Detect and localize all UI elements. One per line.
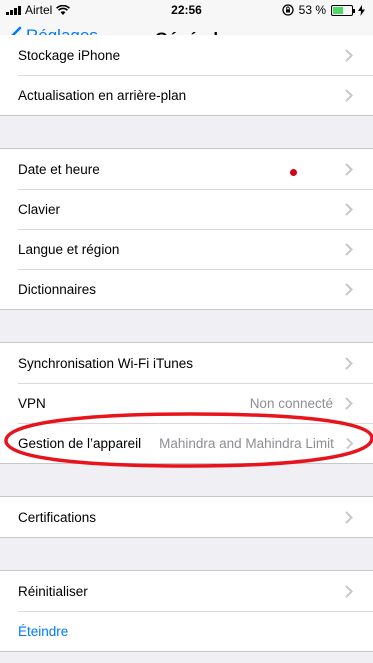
settings-group-network: Synchronisation Wi-Fi iTunes VPN Non con… xyxy=(0,342,373,464)
chevron-right-icon xyxy=(345,48,353,62)
row-stockage-iphone[interactable]: Stockage iPhone xyxy=(0,35,373,75)
chevron-right-icon xyxy=(345,356,353,370)
row-label: Clavier xyxy=(18,201,61,217)
row-label: Langue et région xyxy=(18,241,120,257)
row-label: Certifications xyxy=(18,509,97,525)
chevron-right-icon xyxy=(345,88,353,102)
row-label: Dictionnaires xyxy=(18,281,97,297)
row-reinitialiser[interactable]: Réinitialiser xyxy=(0,571,373,611)
status-right: 53 % xyxy=(281,3,365,17)
chevron-right-icon xyxy=(345,584,353,598)
chevron-right-icon xyxy=(345,396,353,410)
row-certifications[interactable]: Certifications xyxy=(0,497,373,537)
rotation-lock-icon xyxy=(281,4,294,16)
status-bar: Airtel 22:56 53 % xyxy=(0,0,373,20)
row-dictionnaires[interactable]: Dictionnaires xyxy=(0,269,373,309)
battery-percent: 53 % xyxy=(298,3,326,17)
settings-group-date: Date et heure Clavier Langue et région D… xyxy=(0,148,373,310)
row-langue-et-region[interactable]: Langue et région xyxy=(0,229,373,269)
chevron-right-icon xyxy=(345,162,353,176)
row-gestion-appareil[interactable]: Gestion de l’appareil Mahindra and Mahin… xyxy=(0,423,373,463)
row-label: Actualisation en arrière-plan xyxy=(18,87,187,103)
charging-icon xyxy=(358,4,365,16)
chevron-right-icon xyxy=(345,437,353,449)
row-label: Stockage iPhone xyxy=(18,47,121,63)
battery-level xyxy=(333,6,343,14)
chevron-right-icon xyxy=(345,202,353,216)
chevron-right-icon xyxy=(345,282,353,296)
row-vpn[interactable]: VPN Non connecté xyxy=(0,383,373,423)
red-marker xyxy=(290,169,297,176)
settings-group-storage: Stockage iPhone Actualisation en arrière… xyxy=(0,35,373,116)
row-label: Réinitialiser xyxy=(18,583,88,599)
row-label: Synchronisation Wi-Fi iTunes xyxy=(18,355,194,371)
settings-group-certifications: Certifications xyxy=(0,496,373,538)
row-label: VPN xyxy=(18,395,46,411)
row-clavier[interactable]: Clavier xyxy=(0,189,373,229)
row-synchronisation-wifi-itunes[interactable]: Synchronisation Wi-Fi iTunes xyxy=(0,343,373,383)
row-actualisation[interactable]: Actualisation en arrière-plan xyxy=(0,75,373,115)
vpn-status-value: Non connecté xyxy=(249,395,333,411)
row-date-et-heure[interactable]: Date et heure xyxy=(0,149,373,189)
settings-group-reset: Réinitialiser Éteindre xyxy=(0,570,373,652)
shutdown-button[interactable]: Éteindre xyxy=(0,611,373,651)
chevron-right-icon xyxy=(345,242,353,256)
chevron-right-icon xyxy=(345,510,353,524)
battery-icon xyxy=(331,4,355,16)
row-label: Gestion de l’appareil xyxy=(18,435,142,451)
row-label: Éteindre xyxy=(18,623,69,639)
device-management-value: Mahindra and Mahindra Limited xyxy=(159,435,334,451)
settings-list: Stockage iPhone Actualisation en arrière… xyxy=(0,35,373,652)
